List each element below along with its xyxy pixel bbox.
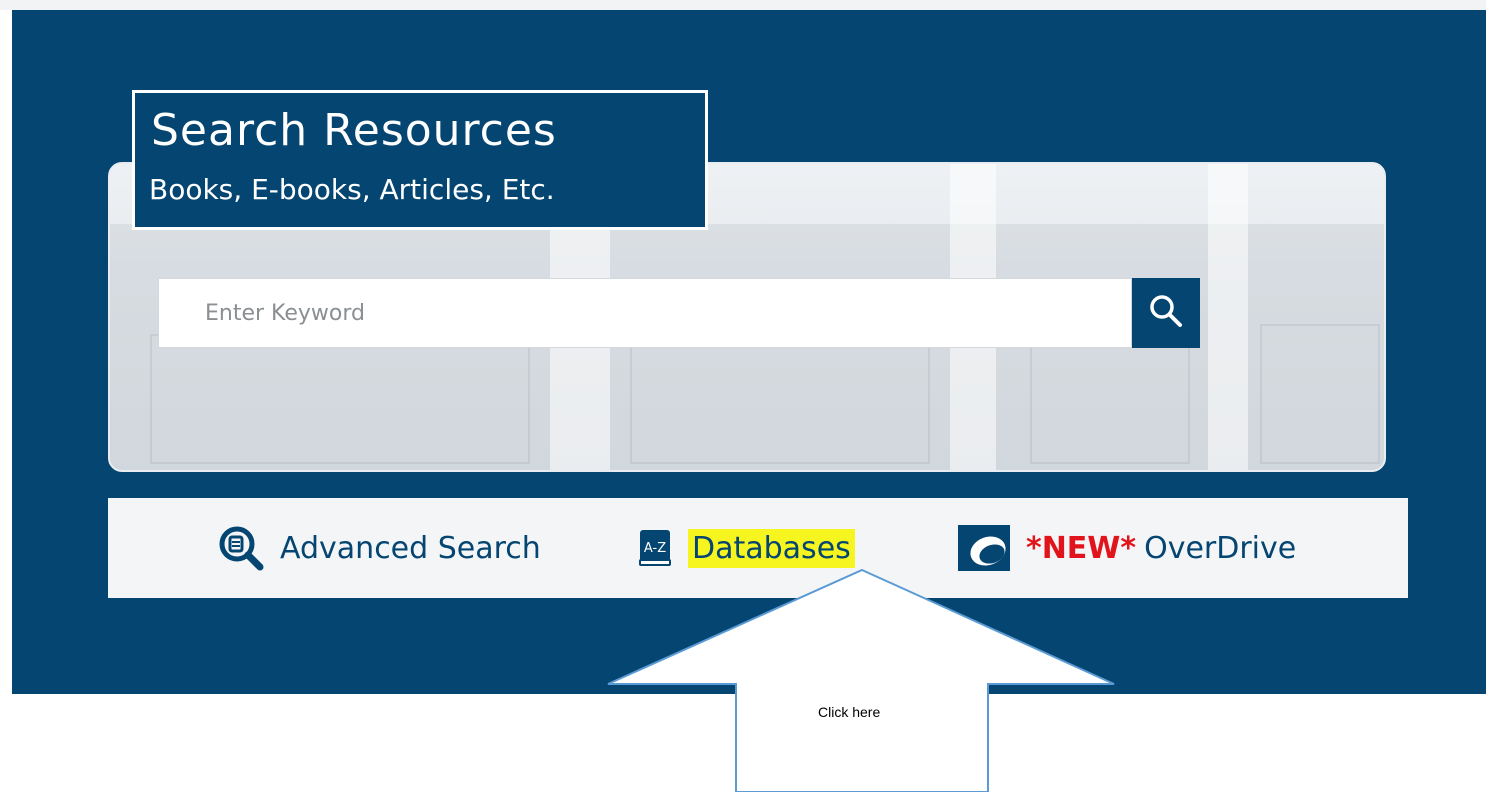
a-z-book-icon: A-Z (638, 528, 672, 568)
search-button[interactable] (1132, 278, 1200, 348)
magnify-document-icon (218, 525, 264, 571)
svg-text:A-Z: A-Z (644, 541, 666, 556)
overdrive-link[interactable]: *NEW* OverDrive (958, 498, 1296, 598)
page-title: Search Resources (151, 105, 557, 156)
overdrive-logo-icon (958, 525, 1010, 571)
databases-label: Databases (688, 528, 855, 568)
search-icon (1146, 291, 1186, 335)
quick-links-bar: Advanced Search A-Z Databases *NEW* Over… (108, 498, 1408, 598)
page: Search Resources Books, E-books, Article… (0, 0, 1486, 792)
databases-link[interactable]: A-Z Databases (638, 498, 855, 598)
search-bar (158, 278, 1202, 348)
top-strip (0, 0, 1486, 10)
callout-text: Click here (818, 704, 881, 720)
search-input[interactable] (158, 278, 1132, 348)
search-resources-heading: Search Resources Books, E-books, Article… (132, 90, 708, 230)
overdrive-label: OverDrive (1144, 530, 1297, 566)
page-subtitle: Books, E-books, Articles, Etc. (149, 173, 555, 206)
advanced-search-link[interactable]: Advanced Search (218, 498, 541, 598)
new-badge: *NEW* (1026, 530, 1137, 566)
advanced-search-label: Advanced Search (280, 530, 541, 566)
